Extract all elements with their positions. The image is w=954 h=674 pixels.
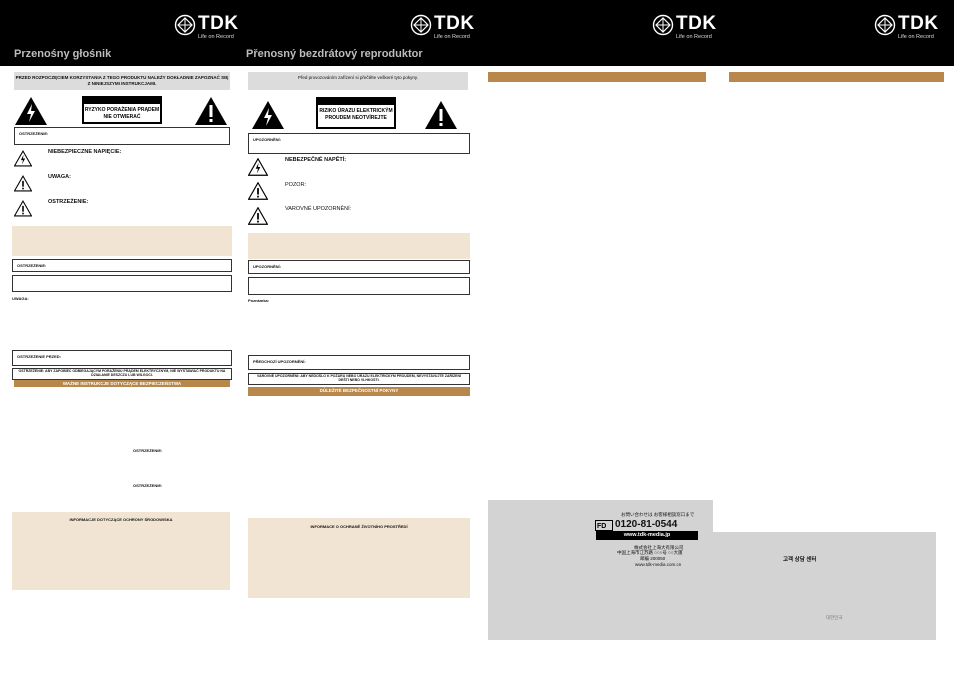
free-dial-icon: FD — [595, 520, 613, 531]
czech-gray-header: Před provozováním zařízení si přečtěte v… — [248, 72, 468, 90]
polish-inline-2: OSTRZEŻENIE: — [133, 483, 163, 488]
exclamation-hazard-icon — [248, 182, 268, 200]
korea-contact: 고객 상담 센터 — [783, 557, 817, 563]
shock-warning-box: RYZYKO PORAŻENIA PRĄDEM NIE OTWIERAĆ — [82, 96, 162, 124]
tdk-logo: TDK Life on Record — [874, 14, 954, 40]
polish-box-long: OSTRZEŻENIE: ABY ZAPOBIEC ODBIEGAJĄCYM P… — [12, 368, 232, 380]
exclamation-hazard-icon — [14, 175, 32, 192]
czech-label-caution: POZOR: — [285, 182, 307, 188]
tdk-emblem-icon — [410, 14, 432, 36]
tdk-emblem-icon — [652, 14, 674, 36]
czech-poznamka: Poznámka: — [248, 298, 270, 303]
exclamation-hazard-icon — [14, 200, 32, 217]
col4-heading-bar — [729, 72, 944, 82]
japan-phone: 0120-81-0544 — [615, 519, 678, 530]
czech-label-warning: VAROVNÉ UPOZORNĚNÍ: — [285, 206, 352, 212]
czech-label-voltage: NEBEZPEČNÉ NAPĚTÍ: — [285, 157, 347, 163]
brand-tagline: Life on Record — [898, 34, 934, 40]
svg-text:FD: FD — [597, 523, 606, 530]
czech-box-warning2: UPOZORNĚNÍ: — [248, 260, 470, 274]
shock-hazard-icon — [252, 101, 284, 129]
contact-footer-panel — [488, 532, 936, 640]
polish-gray-header: PRZED ROZPOCZĘCIEM KORZYSTANIA Z TEGO PR… — [14, 72, 230, 90]
polish-ostrzezenie-box: OSTRZEŻENIE: — [14, 127, 230, 145]
czech-box-long: VAROVNÉ UPOZORNĚNÍ: ABY NEDOŠLO K POŽÁRU… — [248, 373, 470, 385]
polish-inline-1: OSTRZEŻENIE: — [133, 448, 163, 453]
tdk-logo: TDK Life on Record — [652, 14, 732, 40]
shock-warning-box: RIZIKO ÚRAZU ELEKTRICKÝM PROUDEM NEOTVÍR… — [316, 97, 396, 129]
polish-safety-bar: WAŻNE INSTRUKCJE DOTYCZĄCE BEZPIECZEŃSTW… — [14, 380, 230, 387]
china-web: www.tdk-media.com.cn — [635, 562, 682, 567]
polish-env-panel: INFORMACJE DOTYCZĄCE OCHRONY ŚRODOWISKA — [12, 512, 230, 590]
page-title-polish: Przenośny głośnik — [14, 48, 112, 60]
polish-beige-panel — [12, 226, 232, 256]
czech-env-panel: INFORMACE O OCHRANĚ ŽIVOTNÍHO PROSTŘEDÍ — [248, 518, 470, 598]
japan-contact-line: お問い合わせは お客様相談窓口まで — [621, 512, 695, 517]
tdk-emblem-icon — [174, 14, 196, 36]
czech-upozorneni-box: UPOZORNĚNÍ: — [248, 133, 470, 154]
polish-box-empty — [12, 275, 232, 292]
exclamation-hazard-icon — [425, 101, 457, 129]
tdk-logo: TDK Life on Record — [174, 14, 254, 40]
shock-warning-text: RYZYKO PORAŻENIA PRĄDEM NIE OTWIERAĆ — [84, 104, 160, 122]
czech-box-empty — [248, 277, 470, 295]
polish-uwaga: UWAGA: — [12, 296, 29, 301]
shock-warning-text: RIZIKO ÚRAZU ELEKTRICKÝM PROUDEM NEOTVÍR… — [318, 105, 394, 127]
shock-hazard-icon — [248, 158, 268, 176]
polish-label-warning: OSTRZEŻENIE: — [48, 199, 89, 205]
shock-hazard-icon — [15, 97, 47, 125]
brand-name: TDK — [198, 13, 239, 34]
korea-country: 대한민국 — [826, 615, 843, 620]
col3-heading-bar — [488, 72, 706, 82]
polish-label-caution: UWAGA: — [48, 174, 71, 180]
page-title-czech: Přenosný bezdrátový reproduktor — [246, 48, 423, 60]
exclamation-hazard-icon — [195, 97, 227, 125]
brand-name: TDK — [898, 13, 939, 34]
brand-tagline: Life on Record — [676, 34, 712, 40]
brand-name: TDK — [676, 13, 717, 34]
shock-hazard-icon — [14, 150, 32, 167]
brand-name: TDK — [434, 13, 475, 34]
czech-safety-bar: DŮLEŽITÉ BEZPEČNOSTNÍ POKYNY — [248, 387, 470, 396]
polish-box-prev-warning: OSTRZEŻENIE PRZED: — [12, 350, 232, 366]
japan-web-bar: www.tdk-media.jp — [596, 531, 698, 540]
czech-box-prev-warning: PŘEDCHOZÍ UPOZORNĚNÍ: — [248, 355, 470, 370]
exclamation-hazard-icon — [248, 207, 268, 225]
tdk-logo: TDK Life on Record — [410, 14, 490, 40]
tdk-emblem-icon — [874, 14, 896, 36]
czech-beige-panel — [248, 233, 470, 259]
brand-tagline: Life on Record — [198, 34, 234, 40]
polish-label-voltage: NIEBEZPIECZNE NAPIĘCIE: — [48, 149, 122, 155]
polish-box-warning2: OSTRZEŻENIE: — [12, 259, 232, 272]
brand-tagline: Life on Record — [434, 34, 470, 40]
